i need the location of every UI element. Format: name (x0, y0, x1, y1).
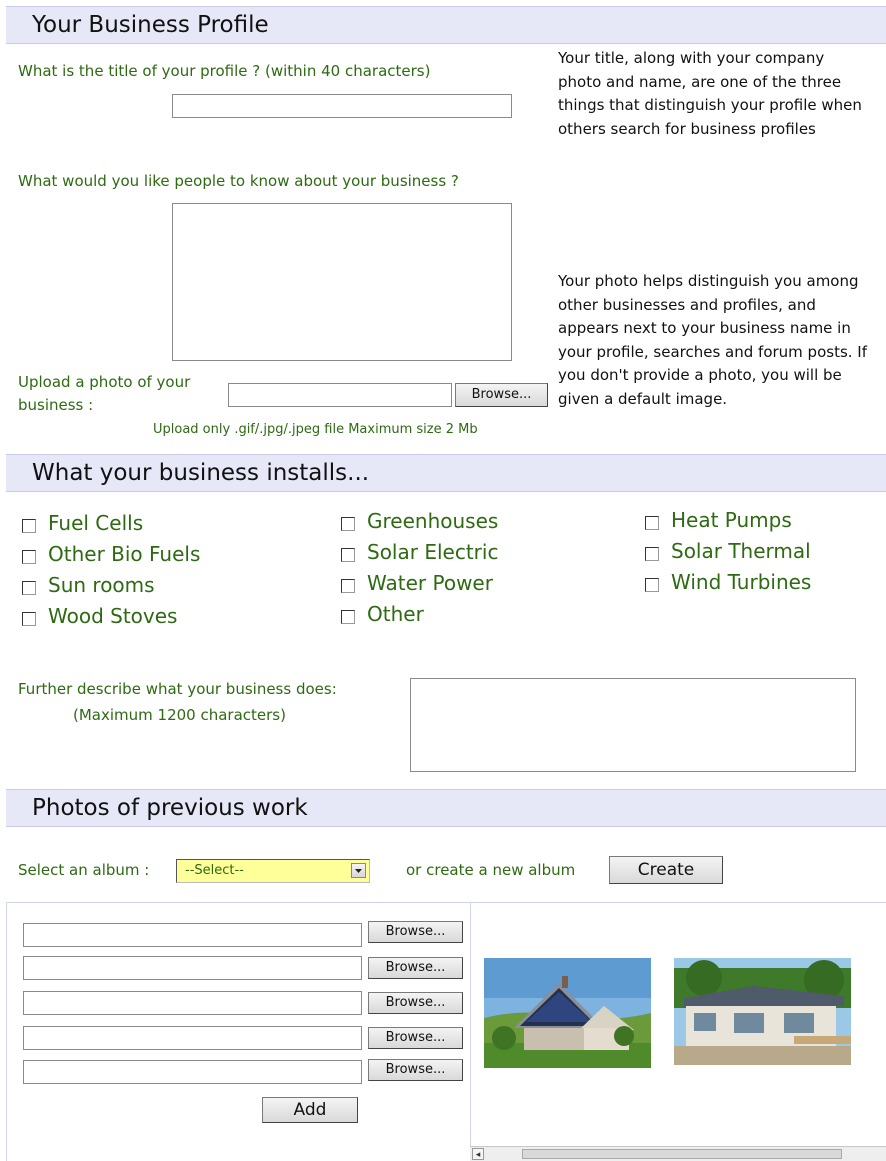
checkbox-label: Wood Stoves (48, 604, 178, 628)
section-title: Your Business Profile (32, 12, 269, 38)
install-option-other[interactable]: Other (341, 600, 424, 628)
checkbox-label: Fuel Cells (48, 511, 144, 535)
install-option-sun-rooms[interactable]: Sun rooms (22, 571, 155, 599)
about-question: What would you like people to know about… (18, 172, 459, 190)
checkbox-label: Greenhouses (367, 509, 499, 533)
describe-business-note: (Maximum 1200 characters) (73, 706, 286, 724)
profile-title-question: What is the title of your profile ? (wit… (18, 62, 431, 80)
checkbox[interactable] (341, 610, 355, 624)
checkbox-label: Wind Turbines (671, 570, 812, 594)
album-select-value: --Select-- (185, 863, 244, 878)
checkbox[interactable] (22, 519, 36, 533)
checkbox-label: Solar Electric (367, 540, 499, 564)
checkbox[interactable] (645, 547, 659, 561)
upload-browse-button[interactable]: Browse... (455, 383, 548, 407)
chevron-down-icon[interactable] (351, 863, 366, 878)
section-title: Photos of previous work (32, 795, 308, 821)
house-solar-panels-photo[interactable] (674, 958, 851, 1065)
install-option-solar-thermal[interactable]: Solar Thermal (645, 537, 811, 565)
photo-browse-button-5[interactable]: Browse... (368, 1059, 463, 1081)
album-select[interactable]: --Select-- (176, 859, 370, 883)
install-option-heat-pumps[interactable]: Heat Pumps (645, 506, 792, 534)
photo-browse-button-1[interactable]: Browse... (368, 921, 463, 943)
select-album-label: Select an album : (18, 861, 150, 879)
photo-file-input-2[interactable] (23, 956, 362, 980)
checkbox-label: Other Bio Fuels (48, 542, 201, 566)
checkbox-label: Solar Thermal (671, 539, 811, 563)
install-option-fuel-cells[interactable]: Fuel Cells (22, 509, 143, 537)
photo-browse-button-4[interactable]: Browse... (368, 1027, 463, 1049)
section-header-installs: What your business installs... (6, 454, 886, 492)
upload-note: Upload only .gif/.jpg/.jpeg file Maximum… (153, 422, 478, 437)
upload-photo-label: Upload a photo of your business : (18, 373, 191, 414)
house-solar-roof-photo[interactable] (484, 958, 651, 1068)
photos-area-vertical-divider (470, 902, 471, 1161)
install-option-wind-turbines[interactable]: Wind Turbines (645, 568, 811, 596)
describe-business-textarea[interactable] (410, 678, 856, 772)
checkbox-label: Other (367, 602, 424, 626)
install-option-wood-stoves[interactable]: Wood Stoves (22, 602, 177, 630)
describe-business-label: Further describe what your business does… (18, 680, 337, 698)
checkbox[interactable] (22, 550, 36, 564)
title-help-text: Your title, along with your company phot… (558, 49, 862, 138)
photos-area-left-border (6, 902, 7, 1161)
install-option-water-power[interactable]: Water Power (341, 569, 493, 597)
section-header-profile: Your Business Profile (6, 6, 886, 44)
photo-browse-button-3[interactable]: Browse... (368, 992, 463, 1014)
checkbox[interactable] (645, 516, 659, 530)
section-header-photos: Photos of previous work (6, 789, 886, 827)
checkbox[interactable] (22, 581, 36, 595)
scrollbar-thumb[interactable] (522, 1149, 842, 1159)
about-textarea[interactable] (172, 203, 512, 361)
scroll-left-arrow-icon[interactable]: ◂ (472, 1148, 484, 1160)
install-option-solar-electric[interactable]: Solar Electric (341, 538, 498, 566)
add-photos-button[interactable]: Add (262, 1097, 358, 1123)
upload-photo-input[interactable] (228, 383, 452, 407)
photos-horizontal-scrollbar[interactable]: ◂ (470, 1146, 886, 1161)
checkbox[interactable] (645, 578, 659, 592)
photo-browse-button-2[interactable]: Browse... (368, 957, 463, 979)
photo-file-input-1[interactable] (23, 923, 362, 947)
photos-area-top-divider (6, 902, 886, 903)
checkbox-label: Sun rooms (48, 573, 155, 597)
photo-help-text: Your photo helps distinguish you among o… (558, 272, 868, 408)
checkbox-label: Water Power (367, 571, 493, 595)
checkbox[interactable] (341, 517, 355, 531)
create-album-label: or create a new album (406, 861, 576, 879)
checkbox[interactable] (22, 612, 36, 626)
install-option-other-bio-fuels[interactable]: Other Bio Fuels (22, 540, 200, 568)
photo-file-input-5[interactable] (23, 1060, 362, 1084)
photo-file-input-3[interactable] (23, 991, 362, 1015)
checkbox[interactable] (341, 579, 355, 593)
install-option-greenhouses[interactable]: Greenhouses (341, 507, 498, 535)
photo-file-input-4[interactable] (23, 1026, 362, 1050)
create-album-button[interactable]: Create (609, 856, 723, 884)
checkbox[interactable] (341, 548, 355, 562)
checkbox-label: Heat Pumps (671, 508, 792, 532)
section-title: What your business installs... (32, 460, 370, 486)
profile-title-input[interactable] (172, 94, 512, 118)
